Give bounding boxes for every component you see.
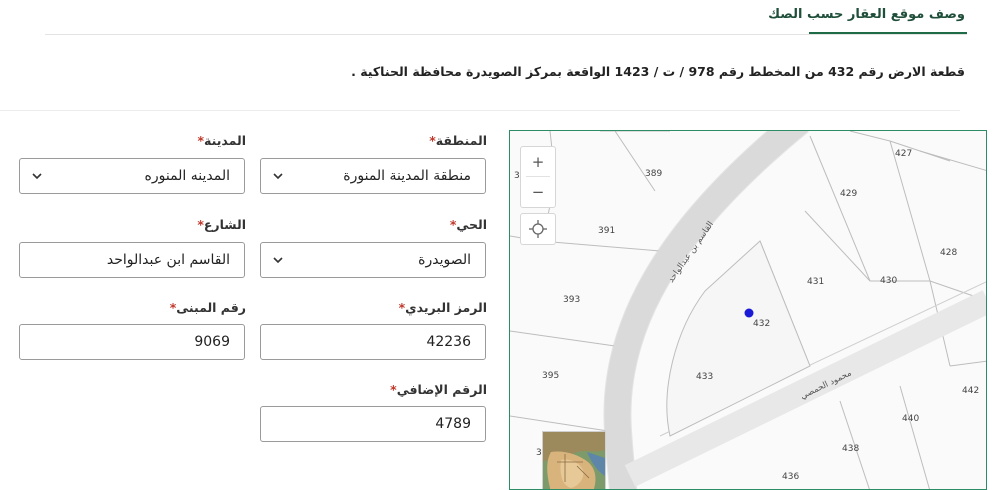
- chevron-down-icon: [273, 173, 283, 180]
- postal-code-label: الرمز البريدي*: [398, 300, 487, 315]
- city-label: المدينة*: [197, 133, 246, 148]
- parcel-label: 430: [880, 276, 897, 286]
- parcel-label: 438: [842, 444, 859, 454]
- zoom-in-button[interactable]: +: [521, 147, 555, 177]
- parcel-label: 427: [895, 149, 912, 159]
- section-title-tab[interactable]: وصف موقع العقار حسب الصك: [768, 7, 965, 22]
- zoom-out-button[interactable]: −: [521, 177, 555, 207]
- parcel-label: 442: [962, 386, 979, 396]
- region-label: المنطقة*: [429, 133, 487, 148]
- parcel-label: 3: [514, 171, 520, 181]
- crosshair-icon: [529, 220, 547, 238]
- tab-divider: [45, 34, 967, 35]
- zoom-control: + −: [520, 146, 556, 208]
- section-divider: [0, 110, 960, 111]
- city-select-value: المدينه المنوره: [144, 168, 230, 184]
- postal-code-input[interactable]: [260, 324, 486, 360]
- chevron-down-icon: [32, 173, 42, 180]
- chevron-down-icon: [273, 257, 283, 264]
- district-select[interactable]: الصويدرة: [260, 242, 486, 278]
- locate-button[interactable]: [520, 213, 556, 245]
- street-label: الشارع*: [197, 217, 246, 232]
- parcel-label: 389: [645, 169, 662, 179]
- parcel-map[interactable]: 427 389 3 429 391 428 431 430 393 432 43…: [509, 130, 987, 490]
- parcel-label: 432: [753, 319, 770, 329]
- parcel-label: 431: [807, 277, 824, 287]
- district-select-value: الصويدرة: [418, 252, 471, 268]
- parcel-label: 393: [563, 295, 580, 305]
- parcel-label: 428: [940, 248, 957, 258]
- additional-number-label: الرقم الإضافي*: [390, 382, 487, 397]
- additional-number-input[interactable]: [260, 406, 486, 442]
- parcel-label: 395: [542, 371, 559, 381]
- location-marker[interactable]: [744, 308, 754, 318]
- parcel-label: 429: [840, 189, 857, 199]
- street-input[interactable]: [19, 242, 245, 278]
- region-select-value: منطقة المدينة المنورة: [343, 168, 471, 184]
- parcel-label: 436: [782, 472, 799, 482]
- overview-map-thumbnail[interactable]: [542, 431, 606, 489]
- region-select[interactable]: منطقة المدينة المنورة: [260, 158, 486, 194]
- parcel-label: 3: [536, 448, 542, 458]
- parcel-label: 433: [696, 372, 713, 382]
- overview-map-image: [543, 432, 605, 489]
- building-number-label: رقم المبنى*: [169, 300, 246, 315]
- parcel-label: 440: [902, 414, 919, 424]
- city-select[interactable]: المدينه المنوره: [19, 158, 245, 194]
- district-label: الحي*: [449, 217, 487, 232]
- building-number-input[interactable]: [19, 324, 245, 360]
- parcel-label: 391: [598, 226, 615, 236]
- deed-description: قطعة الارض رقم 432 من المخطط رقم 978 / ت…: [351, 64, 965, 79]
